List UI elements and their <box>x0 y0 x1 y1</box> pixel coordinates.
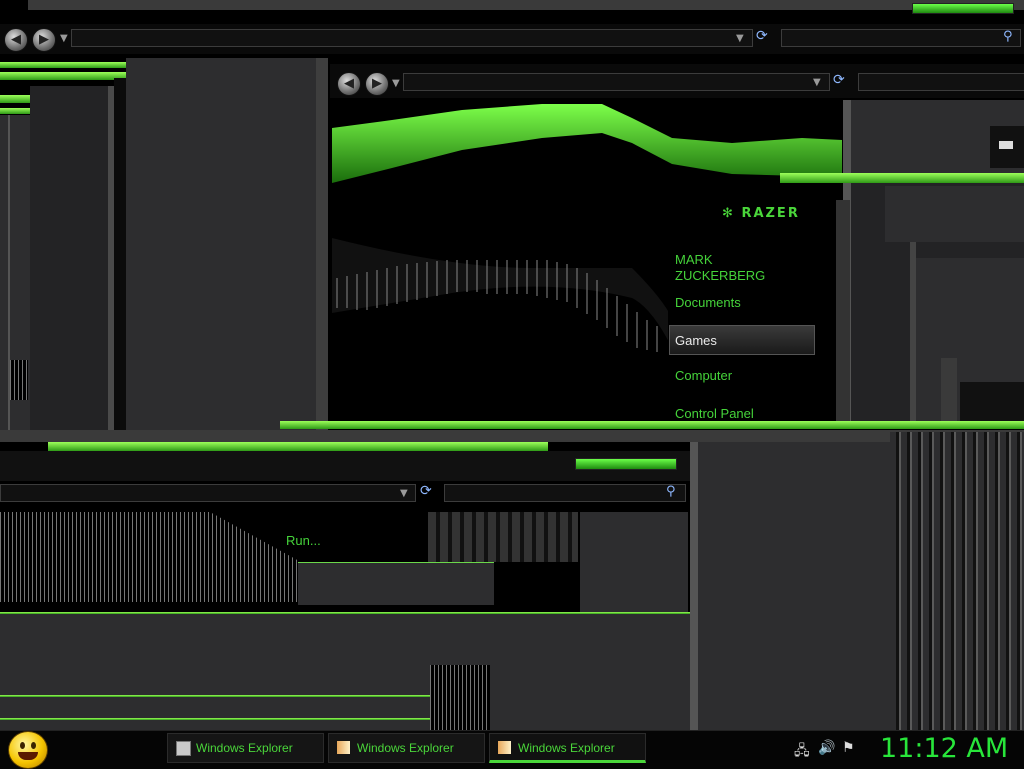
window-titlebar-stripe <box>280 421 1024 429</box>
refresh-icon[interactable]: ⟳ <box>420 483 432 499</box>
window-border <box>316 58 328 433</box>
top-window-controls[interactable] <box>912 3 1014 14</box>
window-titlebar-stripe <box>48 442 548 451</box>
window-border <box>428 512 578 562</box>
window-border <box>0 430 1024 442</box>
taskbar-button-label: Windows Explorer <box>518 741 615 755</box>
smiley-eye <box>31 742 36 749</box>
start-menu-user-last-name[interactable]: ZUCKERBERG <box>675 268 765 283</box>
lower-window-pane <box>580 512 688 612</box>
explorer-window-icon <box>176 741 191 756</box>
window-shadow <box>114 78 126 433</box>
action-center-flag-icon[interactable]: ⚑ <box>842 740 855 756</box>
address-dropdown-icon[interactable]: ▼ <box>813 77 821 88</box>
window-border <box>690 442 698 730</box>
right-window-pane <box>885 186 1024 242</box>
smiley-mouth <box>18 752 38 760</box>
start-menu-item-run[interactable]: Run... <box>286 533 321 548</box>
search-icon[interactable]: ⚲ <box>1003 29 1013 44</box>
nav-history-dropdown-icon[interactable]: ▼ <box>392 78 400 89</box>
start-menu-item-games[interactable]: Games <box>675 333 717 348</box>
razer-logo-text: RAZER <box>741 206 800 221</box>
back-arrow-icon[interactable]: ◀ <box>4 28 28 52</box>
start-menu-panel <box>668 200 850 422</box>
top-window-titlebar <box>28 0 1024 10</box>
lower-address-bar[interactable] <box>0 484 416 502</box>
center-search-input[interactable] <box>858 73 1024 91</box>
razer-logo: ✻ RAZER <box>722 206 800 221</box>
back-arrow-icon[interactable]: ◀ <box>337 72 361 96</box>
lower-window-pane <box>0 614 690 730</box>
stacked-window-edges <box>890 432 1024 730</box>
lower-search-input[interactable] <box>444 484 686 502</box>
top-search-input[interactable] <box>781 29 1021 47</box>
left-window-pane <box>30 86 108 431</box>
search-icon[interactable]: ⚲ <box>666 484 676 499</box>
refresh-icon[interactable]: ⟳ <box>756 28 768 44</box>
window-titlebar-stripe <box>0 695 430 697</box>
forward-arrow-icon[interactable]: ▶ <box>365 72 389 96</box>
wallpaper-fragment <box>10 360 28 400</box>
nav-history-dropdown-icon[interactable]: ▼ <box>60 33 68 44</box>
folder-icon <box>498 741 511 754</box>
smiley-start-orb-icon[interactable] <box>8 731 48 769</box>
left-window-pane <box>126 58 316 433</box>
window-border <box>941 358 957 422</box>
start-menu-item-computer[interactable]: Computer <box>675 368 732 383</box>
center-address-bar[interactable] <box>403 73 830 91</box>
volume-icon[interactable]: 🔊 <box>818 740 835 756</box>
right-lower-window-pane <box>698 442 890 730</box>
refresh-icon[interactable]: ⟳ <box>833 72 845 88</box>
forward-arrow-icon[interactable]: ▶ <box>32 28 56 52</box>
window-titlebar-stripe <box>0 718 430 720</box>
window-border <box>298 562 494 605</box>
taskbar-button-label: Windows Explorer <box>196 741 293 755</box>
taskbar-button-label: Windows Explorer <box>357 741 454 755</box>
taskbar-button-explorer-3-active[interactable]: Windows Explorer <box>489 733 646 763</box>
folder-icon <box>999 141 1013 149</box>
smiley-eye <box>20 742 25 749</box>
lower-window-controls[interactable] <box>575 458 677 470</box>
top-address-bar[interactable] <box>71 29 753 47</box>
taskbar-button-explorer-1[interactable]: Windows Explorer <box>167 733 324 763</box>
start-menu-item-control-panel[interactable]: Control Panel <box>675 406 754 421</box>
start-menu-user-first-name[interactable]: MARK <box>675 252 713 267</box>
address-dropdown-icon[interactable]: ▼ <box>736 33 744 44</box>
window-border <box>960 382 1024 422</box>
window-titlebar-stripe <box>780 173 1024 183</box>
network-icon[interactable]: 🖧 <box>794 740 810 764</box>
wallpaper-fragment <box>430 665 490 730</box>
folder-icon <box>337 741 350 754</box>
address-dropdown-icon[interactable]: ▼ <box>400 488 408 499</box>
taskbar-button-explorer-2[interactable]: Windows Explorer <box>328 733 485 763</box>
clock[interactable]: 11:12 AM <box>880 733 1008 764</box>
razer-snake-icon: ✻ <box>722 206 735 221</box>
start-menu-item-documents[interactable]: Documents <box>675 295 741 310</box>
